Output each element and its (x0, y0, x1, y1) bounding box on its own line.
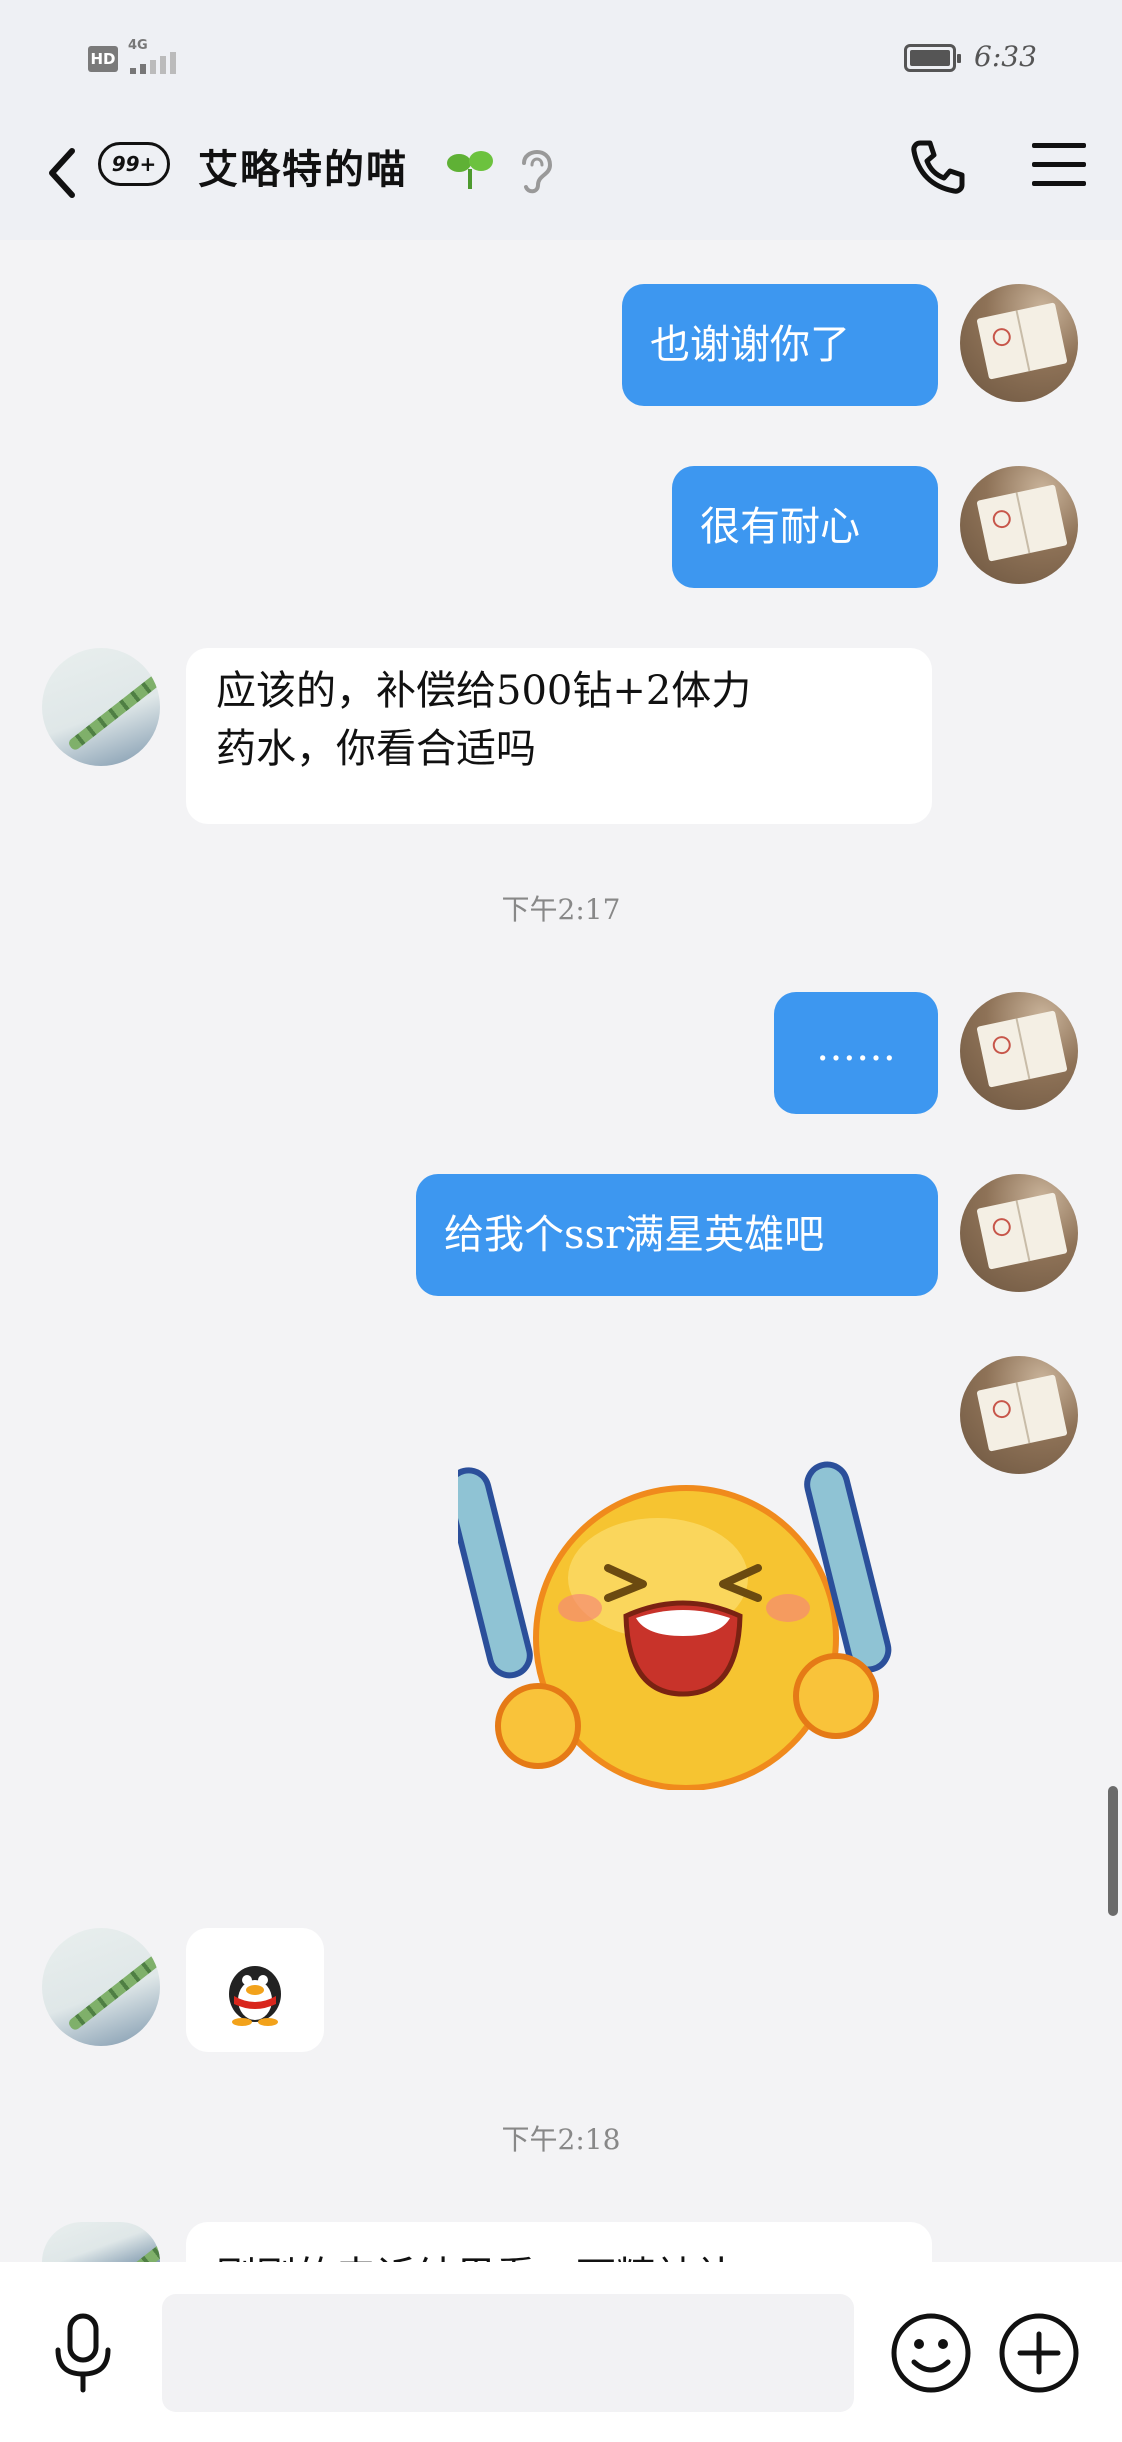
peer-avatar[interactable] (42, 648, 160, 766)
status-time: 6:33 (974, 40, 1037, 73)
message-timestamp: 下午2:17 (501, 893, 621, 926)
phone-call-icon[interactable] (908, 137, 968, 197)
self-avatar[interactable] (960, 284, 1078, 402)
hd-badge: HD (88, 46, 118, 72)
sprout-icon (447, 151, 493, 189)
message-bubble-self[interactable]: 也谢谢你了 (622, 284, 938, 406)
message-bubble-self[interactable]: 给我个ssr满星英雄吧 (416, 1174, 938, 1296)
peer-avatar[interactable] (42, 2222, 160, 2262)
mic-icon[interactable] (50, 2312, 116, 2394)
self-avatar[interactable] (960, 992, 1078, 1110)
self-avatar[interactable] (960, 1356, 1078, 1474)
message-bubble-self[interactable]: …… (774, 992, 938, 1114)
self-avatar[interactable] (960, 1174, 1078, 1292)
message-bubble-peer[interactable]: 刚刚的申诉结果看一下精神补... (186, 2222, 932, 2262)
network-type-label: 4G (128, 38, 148, 53)
chat-header: 99+ 艾略特的喵 (0, 115, 1122, 240)
message-input[interactable] (162, 2294, 854, 2412)
cheering-emoji-sticker[interactable] (458, 1458, 908, 1790)
message-timestamp: 下午2:18 (501, 2123, 621, 2156)
back-icon[interactable] (44, 143, 84, 203)
plus-icon[interactable] (998, 2312, 1080, 2394)
battery-icon (904, 44, 961, 72)
menu-icon[interactable] (1032, 143, 1086, 189)
ear-icon[interactable] (516, 143, 556, 195)
message-bubble-peer[interactable]: 应该的，补偿给500钻+2体力 药水，你看合适吗 (186, 648, 932, 824)
self-avatar[interactable] (960, 466, 1078, 584)
input-bar (0, 2262, 1122, 2442)
message-line: 应该的，补偿给500钻+2体力 (216, 668, 752, 714)
unread-count-badge[interactable]: 99+ (98, 142, 170, 186)
qq-penguin-sticker (229, 1966, 281, 2026)
emoji-icon[interactable] (890, 2312, 972, 2394)
message-line: 药水，你看合适吗 (216, 726, 536, 772)
message-text: 刚刚的申诉结果看一下精神补... (216, 2244, 774, 2262)
signal-strength-icon (130, 52, 176, 74)
peer-avatar[interactable] (42, 1928, 160, 2046)
chat-title[interactable]: 艾略特的喵 (198, 137, 408, 195)
chat-scrollbar[interactable] (1108, 1786, 1118, 1916)
message-bubble-peer[interactable] (186, 1928, 324, 2052)
message-bubble-self[interactable]: 很有耐心 (672, 466, 938, 588)
status-bar: HD 4G 6:33 (0, 0, 1122, 115)
